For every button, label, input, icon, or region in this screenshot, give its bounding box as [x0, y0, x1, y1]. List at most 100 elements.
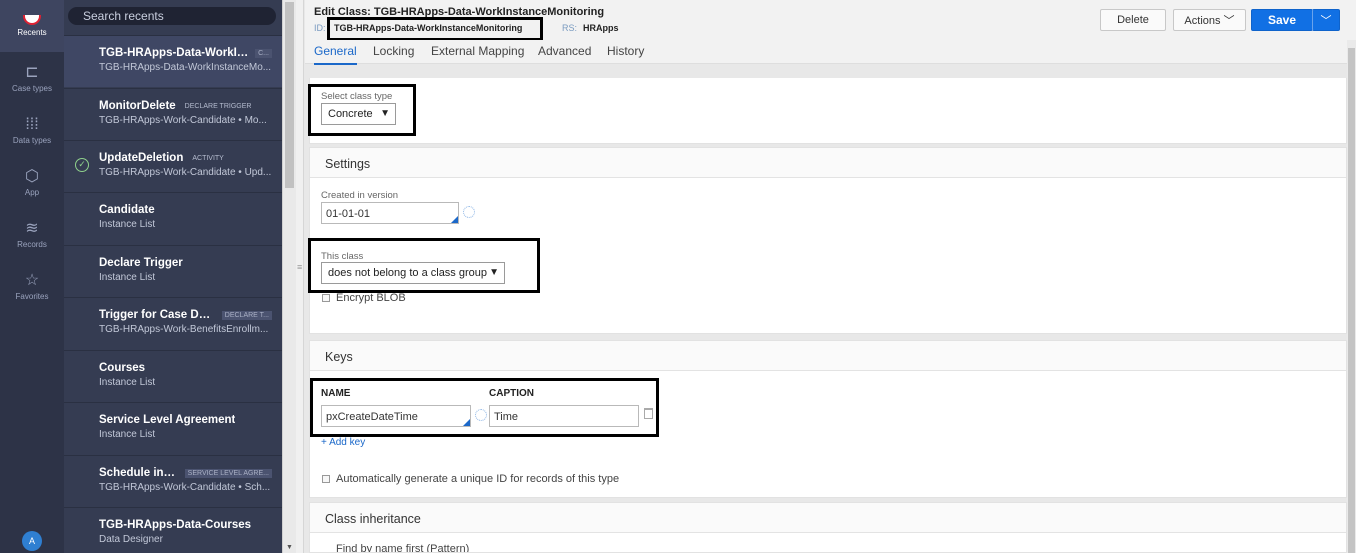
grip-icon: ≡: [297, 262, 303, 272]
recent-subtitle: Instance List: [99, 272, 156, 283]
actions-button[interactable]: Actions ﹀: [1173, 9, 1246, 31]
recent-subtitle: TGB-HRApps-Data-WorkInstanceMo...: [99, 62, 272, 73]
recent-tag: SERVICE LEVEL AGRE...: [184, 468, 272, 478]
created-version-label: Created in version: [321, 190, 399, 201]
recent-title: Candidate: [99, 204, 155, 216]
case-types-icon: ⊏: [25, 63, 39, 81]
recent-item[interactable]: ✓ UpdateDeletion ACTIVITY TGB-HRApps-Work…: [64, 140, 282, 192]
data-types-icon: ⁞⁞⁞: [25, 115, 39, 133]
rail-data-types[interactable]: ⁞⁞⁞ Data types: [0, 104, 64, 156]
tab-external-mapping[interactable]: External Mapping: [431, 44, 524, 63]
rail-label: Data types: [12, 135, 52, 145]
recent-tag: C...: [255, 48, 272, 58]
rail-records[interactable]: ≋ Records: [0, 208, 64, 260]
recent-tag: DECLARE TRIGGER: [184, 102, 252, 110]
recent-item[interactable]: Trigger for Case Dep... DECLARE T... TGB-…: [64, 297, 282, 349]
class-type-section: Select class type Concrete ▼: [309, 78, 1347, 144]
add-key-link[interactable]: + Add key: [321, 437, 365, 448]
tab-bar: General Locking External Mapping Advance…: [305, 40, 1356, 65]
recent-tag: DECLARE T...: [221, 310, 272, 320]
section-heading: Keys: [310, 341, 1346, 371]
recent-title: Service Level Agreement: [99, 414, 236, 426]
highlight-box: [308, 84, 416, 136]
recent-title: Trigger for Case Dep...: [99, 309, 216, 321]
recent-subtitle: Instance List: [99, 377, 156, 388]
rs-label: RS:: [562, 23, 578, 33]
created-version-field[interactable]: 01-01-01: [321, 202, 459, 224]
scrollbar-thumb[interactable]: [1348, 48, 1355, 553]
id-label: ID:: [314, 23, 326, 33]
recent-item[interactable]: TGB-HRApps-Data-Courses Data Designer: [64, 507, 282, 553]
recent-title: Courses: [99, 362, 146, 374]
records-icon: ≋: [25, 219, 39, 237]
auto-id-checkbox[interactable]: [322, 475, 330, 483]
rail-case-types[interactable]: ⊏ Case types: [0, 52, 64, 104]
star-icon: ☆: [24, 271, 40, 289]
recents-scrollbar[interactable]: ▼: [282, 0, 296, 553]
recent-item[interactable]: MonitorDelete DECLARE TRIGGER TGB-HRApps-…: [64, 88, 282, 140]
encrypt-blob-checkbox[interactable]: [322, 294, 330, 302]
main-scrollbar[interactable]: [1347, 40, 1356, 553]
auto-id-label: Automatically generate a unique ID for r…: [336, 473, 620, 485]
tab-locking[interactable]: Locking: [373, 44, 414, 63]
section-heading: Settings: [310, 148, 1346, 178]
recent-item[interactable]: Service Level Agreement Instance List: [64, 402, 282, 454]
search-input[interactable]: Search recents: [68, 7, 276, 25]
recent-title: MonitorDelete: [99, 100, 176, 112]
avatar[interactable]: A: [22, 531, 42, 551]
save-menu-button[interactable]: ﹀: [1312, 9, 1340, 31]
recent-item[interactable]: Declare Trigger Instance List: [64, 245, 282, 297]
recents-panel: Search recents TGB-HRApps-Data-WorkIns..…: [64, 0, 282, 553]
app-cube-icon: ⬡: [25, 167, 39, 185]
recent-subtitle: TGB-HRApps-Work-BenefitsEnrollm...: [99, 324, 269, 335]
panel-splitter[interactable]: ≡: [296, 0, 304, 553]
recent-subtitle: TGB-HRApps-Work-Candidate • Mo...: [99, 115, 267, 126]
recent-subtitle: TGB-HRApps-Work-Candidate • Upd...: [99, 167, 272, 178]
class-inheritance-section: Class inheritance Find by name first (Pa…: [309, 502, 1347, 553]
recent-title: TGB-HRApps-Data-Courses: [99, 519, 252, 531]
recent-title: TGB-HRApps-Data-WorkIns...: [99, 47, 250, 59]
chevron-down-icon: ﹀: [1320, 15, 1332, 27]
nav-rail: Recents ⊏ Case types ⁞⁞⁞ Data types ⬡ Ap…: [0, 0, 64, 553]
recent-title: UpdateDeletion: [99, 152, 184, 164]
scroll-down-icon[interactable]: ▼: [286, 544, 293, 551]
highlight-box: [310, 378, 659, 437]
recent-item[interactable]: Candidate Instance List: [64, 192, 282, 244]
recent-subtitle: Instance List: [99, 219, 156, 230]
created-version-value: 01-01-01: [326, 208, 371, 220]
record-header: Edit Class: TGB-HRApps-Data-WorkInstance…: [305, 0, 1356, 41]
rail-recents[interactable]: Recents: [0, 0, 64, 52]
recent-subtitle: Instance List: [99, 429, 156, 440]
rail-label: Favorites: [15, 291, 49, 301]
recent-tag: ACTIVITY: [192, 154, 224, 162]
recent-subtitle: TGB-HRApps-Work-Candidate • Sch...: [99, 482, 271, 493]
recent-subtitle: Data Designer: [99, 534, 163, 545]
tab-general[interactable]: General: [314, 44, 357, 65]
recent-title: Schedule inte...: [99, 467, 179, 479]
pattern-inheritance-label: Find by name first (Pattern): [336, 543, 470, 553]
recent-item[interactable]: Schedule inte... SERVICE LEVEL AGRE... TG…: [64, 455, 282, 507]
highlight-box: [308, 238, 540, 293]
class-id-value: TGB-HRApps-Data-WorkInstanceMonitoring: [327, 17, 543, 41]
rail-favorites[interactable]: ☆ Favorites: [0, 260, 64, 312]
rs-value: HRApps: [583, 23, 619, 33]
recent-item[interactable]: Courses Instance List: [64, 350, 282, 402]
rail-label: Records: [17, 239, 47, 249]
recents-icon: [23, 15, 41, 25]
section-heading: Class inheritance: [310, 503, 1346, 533]
check-circle-icon: ✓: [75, 158, 89, 172]
tab-history[interactable]: History: [607, 44, 644, 63]
rail-label: Case types: [11, 83, 53, 93]
recent-title: Declare Trigger: [99, 257, 183, 269]
tab-advanced[interactable]: Advanced: [538, 44, 591, 63]
rail-label: Recents: [17, 28, 47, 37]
encrypt-blob-label: Encrypt BLOB: [336, 292, 406, 304]
delete-button[interactable]: Delete: [1100, 9, 1166, 31]
recent-item[interactable]: TGB-HRApps-Data-WorkIns... C... TGB-HRApp…: [64, 35, 282, 87]
save-button[interactable]: Save: [1251, 9, 1313, 31]
gear-icon[interactable]: [463, 206, 475, 218]
scrollbar-thumb[interactable]: [285, 2, 294, 188]
rail-label: App: [24, 187, 40, 197]
rail-app[interactable]: ⬡ App: [0, 156, 64, 208]
ruleset-info: RS: HRApps: [562, 23, 619, 33]
